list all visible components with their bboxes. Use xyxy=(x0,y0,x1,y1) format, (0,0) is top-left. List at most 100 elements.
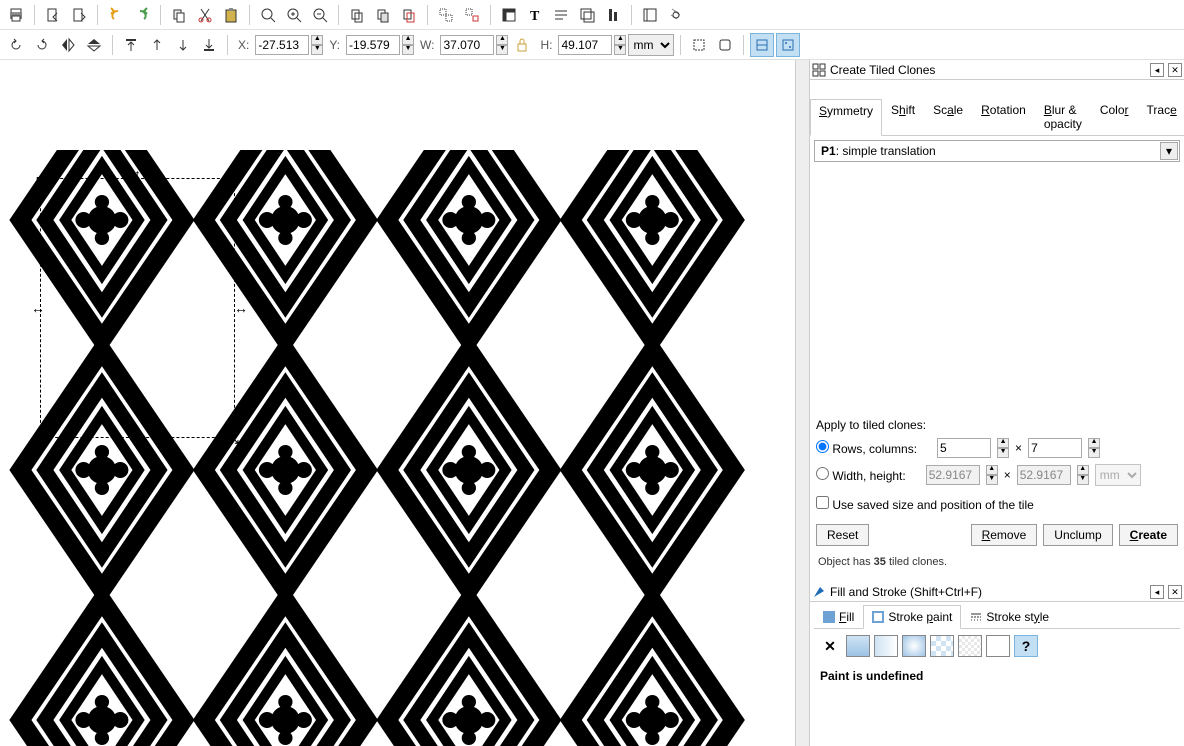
raise-icon[interactable] xyxy=(145,33,169,57)
tab-stroke-style[interactable]: Stroke style xyxy=(961,604,1058,628)
close-icon-2[interactable]: ✕ xyxy=(1168,585,1182,599)
width-spinner[interactable]: ▲▼ xyxy=(986,465,998,485)
tab-symmetry[interactable]: Symmetry xyxy=(810,99,882,136)
w-spinner[interactable]: ▲▼ xyxy=(496,35,508,55)
canvas-scrollbar[interactable] xyxy=(795,60,809,746)
x-input[interactable] xyxy=(255,35,309,55)
right-panel: Create Tiled Clones ◂ ✕ Symmetry Shift S… xyxy=(809,60,1184,746)
tiled-clones-panel-header[interactable]: Create Tiled Clones ◂ ✕ xyxy=(810,60,1184,80)
import-icon[interactable] xyxy=(41,3,65,27)
unlink-clone-icon[interactable] xyxy=(397,3,421,27)
duplicate-icon[interactable] xyxy=(345,3,369,27)
paste-icon[interactable] xyxy=(219,3,243,27)
chevron-down-icon[interactable]: ▾ xyxy=(1160,142,1178,160)
tab-shift[interactable]: Shift xyxy=(882,98,924,135)
rotate-ccw-icon[interactable] xyxy=(4,33,28,57)
xml-editor-icon[interactable] xyxy=(549,3,573,27)
times-label-2: × xyxy=(1004,468,1011,482)
h-input[interactable] xyxy=(558,35,612,55)
clone-units-select[interactable]: mm xyxy=(1095,464,1141,486)
cols-spinner[interactable]: ▲▼ xyxy=(1088,438,1100,458)
y-spinner[interactable]: ▲▼ xyxy=(402,35,414,55)
pattern-swatch[interactable] xyxy=(930,635,954,657)
main-toolbar: T xyxy=(0,0,1184,30)
clone-count-status: Object has 35 tiled clones. xyxy=(818,556,1176,568)
flip-vertical-icon[interactable] xyxy=(82,33,106,57)
redo-icon[interactable] xyxy=(130,3,154,27)
tab-stroke-paint[interactable]: Stroke paint xyxy=(863,605,961,629)
symmetry-dropdown[interactable]: P1: simple translation ▾ xyxy=(814,140,1180,162)
export-icon[interactable] xyxy=(67,3,91,27)
layers-icon[interactable] xyxy=(575,3,599,27)
close-icon[interactable]: ✕ xyxy=(1168,63,1182,77)
print-icon[interactable] xyxy=(4,3,28,27)
undo-icon[interactable] xyxy=(104,3,128,27)
linear-gradient-swatch[interactable] xyxy=(874,635,898,657)
unclump-button[interactable]: Unclump xyxy=(1043,524,1112,546)
h-spinner[interactable]: ▲▼ xyxy=(614,35,626,55)
collapse-icon-2[interactable]: ◂ xyxy=(1150,585,1164,599)
text-tool-icon[interactable]: T xyxy=(523,3,547,27)
rows-radio[interactable]: Rows, columns: xyxy=(816,440,917,456)
swatch-swatch[interactable] xyxy=(958,635,982,657)
tiled-clones-icon xyxy=(812,63,826,77)
fill-stroke-panel-header[interactable]: Fill and Stroke (Shift+Ctrl+F) ◂ ✕ xyxy=(810,582,1184,602)
group-icon[interactable] xyxy=(434,3,458,27)
ungroup-icon[interactable] xyxy=(460,3,484,27)
affect-corners-icon[interactable] xyxy=(713,33,737,57)
wh-radio[interactable]: Width, height: xyxy=(816,467,906,483)
cols-input[interactable] xyxy=(1028,438,1082,458)
affect-pattern-icon[interactable] xyxy=(776,33,800,57)
flip-horizontal-icon[interactable] xyxy=(56,33,80,57)
tab-blur[interactable]: Blur & opacity xyxy=(1035,98,1091,135)
copy-icon[interactable] xyxy=(167,3,191,27)
document-properties-icon[interactable] xyxy=(664,3,688,27)
height-spinner[interactable]: ▲▼ xyxy=(1077,465,1089,485)
rows-input[interactable] xyxy=(937,438,991,458)
unknown-swatch[interactable] xyxy=(986,635,1010,657)
paint-status: Paint is undefined xyxy=(820,669,1174,683)
zoom-in-icon[interactable] xyxy=(282,3,306,27)
radial-gradient-swatch[interactable] xyxy=(902,635,926,657)
selection-box[interactable]: ↔ ↔ ↕ ↕ ↖ ↗ ↙ ↘ xyxy=(40,178,235,438)
x-spinner[interactable]: ▲▼ xyxy=(311,35,323,55)
tab-trace[interactable]: Trace xyxy=(1138,98,1184,135)
align-dialog-icon[interactable] xyxy=(601,3,625,27)
lower-to-bottom-icon[interactable] xyxy=(197,33,221,57)
raise-to-top-icon[interactable] xyxy=(119,33,143,57)
preferences-icon[interactable] xyxy=(638,3,662,27)
lock-aspect-icon[interactable] xyxy=(510,33,534,57)
remove-button[interactable]: Remove xyxy=(971,524,1038,546)
width-input[interactable] xyxy=(926,465,980,485)
cut-icon[interactable] xyxy=(193,3,217,27)
tab-color[interactable]: Color xyxy=(1091,98,1138,135)
reset-button[interactable]: Reset xyxy=(816,524,869,546)
tab-scale[interactable]: Scale xyxy=(924,98,972,135)
fill-stroke-panel-icon xyxy=(812,585,826,599)
zoom-fit-icon[interactable] xyxy=(256,3,280,27)
create-button[interactable]: Create xyxy=(1119,524,1178,546)
w-input[interactable] xyxy=(440,35,494,55)
no-paint-swatch[interactable]: ✕ xyxy=(818,635,842,657)
symmetry-drop-text: : simple translation xyxy=(836,144,936,158)
rows-spinner[interactable]: ▲▼ xyxy=(997,438,1009,458)
fill-stroke-title: Fill and Stroke (Shift+Ctrl+F) xyxy=(828,585,1148,599)
rotate-cw-icon[interactable] xyxy=(30,33,54,57)
height-input[interactable] xyxy=(1017,465,1071,485)
affect-stroke-icon[interactable] xyxy=(687,33,711,57)
fill-stroke-icon[interactable] xyxy=(497,3,521,27)
affect-gradient-icon[interactable] xyxy=(750,33,774,57)
clone-icon[interactable] xyxy=(371,3,395,27)
flat-color-swatch[interactable] xyxy=(846,635,870,657)
tab-fill[interactable]: Fill xyxy=(814,604,863,628)
canvas[interactable]: ↔ ↔ ↕ ↕ ↖ ↗ ↙ ↘ xyxy=(0,60,795,746)
units-select[interactable]: mm xyxy=(628,34,674,56)
tab-rotation[interactable]: Rotation xyxy=(972,98,1035,135)
lower-icon[interactable] xyxy=(171,33,195,57)
use-saved-checkbox[interactable]: Use saved size and position of the tile xyxy=(816,496,1034,512)
w-label: W: xyxy=(416,38,438,52)
y-input[interactable] xyxy=(346,35,400,55)
zoom-out-icon[interactable] xyxy=(308,3,332,27)
undefined-swatch[interactable]: ? xyxy=(1014,635,1038,657)
collapse-icon[interactable]: ◂ xyxy=(1150,63,1164,77)
